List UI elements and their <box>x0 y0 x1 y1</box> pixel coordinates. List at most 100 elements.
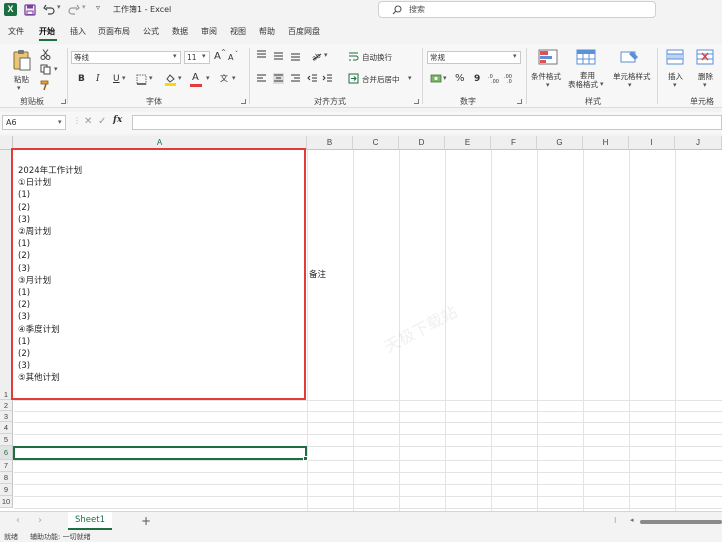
accessibility-status[interactable]: 辅助功能: 一切就绪 <box>30 532 91 542</box>
cell-a1-highlight[interactable]: 2024年工作计划 ①日计划 (1) (2) (3) ②周计划 (1) (2) … <box>11 148 306 400</box>
worksheet-grid[interactable]: A B C D E F G H I J 1 2 3 4 5 6 7 8 9 10… <box>0 136 722 511</box>
row-header[interactable]: 5 <box>0 434 13 446</box>
font-size-dropdown-icon[interactable]: ▾ <box>202 52 206 60</box>
redo-icon[interactable] <box>68 4 80 16</box>
align-top-icon[interactable] <box>256 50 267 61</box>
redo-dropdown-icon[interactable]: ▾ <box>82 3 86 11</box>
name-box-dropdown-icon[interactable]: ▾ <box>58 118 62 126</box>
column-header[interactable]: E <box>445 136 491 150</box>
row-header[interactable]: 6 <box>0 446 13 460</box>
orientation-dropdown-icon[interactable]: ▾ <box>324 51 328 59</box>
cell-b1-text[interactable]: 备注 <box>309 268 326 280</box>
format-painter-icon[interactable] <box>40 80 51 91</box>
borders-icon[interactable] <box>136 74 147 85</box>
previous-sheet-icon[interactable]: ‹ <box>16 515 20 526</box>
format-as-table-icon[interactable] <box>576 49 596 65</box>
delete-cells-dropdown-icon[interactable]: ▾ <box>703 81 707 89</box>
column-header[interactable]: H <box>583 136 629 150</box>
merge-center-button[interactable]: 合并后居中 <box>362 74 400 85</box>
italic-button[interactable]: I <box>96 73 100 85</box>
decrease-decimal-icon[interactable]: .00.0 <box>504 73 516 84</box>
tab-formulas[interactable]: 公式 <box>143 26 159 37</box>
increase-decimal-icon[interactable]: .0.00 <box>488 73 500 84</box>
scroll-left-icon[interactable]: ◂ <box>630 516 634 524</box>
copy-dropdown-icon[interactable]: ▾ <box>54 65 58 73</box>
align-right-icon[interactable] <box>290 73 301 84</box>
paste-icon[interactable] <box>12 49 32 71</box>
options-dots-icon[interactable]: ⋮ <box>73 116 81 125</box>
row-header[interactable]: 4 <box>0 422 13 434</box>
shrink-font-button[interactable]: A <box>228 52 233 64</box>
copy-icon[interactable] <box>40 64 51 75</box>
undo-icon[interactable] <box>43 4 55 16</box>
column-header[interactable]: J <box>675 136 722 150</box>
tab-data[interactable]: 数据 <box>172 26 188 37</box>
grow-font-button[interactable]: A <box>214 51 221 63</box>
cell-styles-dropdown-icon[interactable]: ▾ <box>628 81 632 89</box>
decrease-indent-icon[interactable] <box>307 73 318 84</box>
underline-dropdown-icon[interactable]: ▾ <box>122 74 126 82</box>
format-as-table-button-line2[interactable]: 表格格式 <box>568 79 598 90</box>
formula-input[interactable] <box>132 115 722 130</box>
merge-center-dropdown-icon[interactable]: ▾ <box>408 74 412 82</box>
undo-dropdown-icon[interactable]: ▾ <box>57 3 61 11</box>
cell-styles-icon[interactable] <box>620 49 640 65</box>
orientation-icon[interactable]: ab <box>310 49 322 61</box>
customize-quick-access-icon[interactable]: ▿ <box>96 3 100 12</box>
number-format-dropdown-icon[interactable]: ▾ <box>513 52 517 60</box>
increase-indent-icon[interactable] <box>322 73 333 84</box>
tab-home[interactable]: 开始 <box>39 26 55 37</box>
fill-color-icon[interactable] <box>165 73 176 86</box>
tab-view[interactable]: 视图 <box>230 26 246 37</box>
alignment-launcher-icon[interactable] <box>414 99 419 104</box>
next-sheet-icon[interactable]: › <box>38 515 42 526</box>
percent-style-button[interactable]: % <box>455 73 465 85</box>
search-box[interactable]: 搜索 <box>378 1 656 18</box>
align-bottom-icon[interactable] <box>290 50 301 61</box>
row-header[interactable]: 7 <box>0 460 13 472</box>
selected-cell-a6[interactable] <box>13 446 307 460</box>
format-as-table-dropdown-icon[interactable]: ▾ <box>600 80 604 88</box>
wrap-text-button[interactable]: 自动换行 <box>362 52 392 63</box>
font-name-dropdown-icon[interactable]: ▾ <box>173 52 177 60</box>
tab-insert[interactable]: 插入 <box>70 26 86 37</box>
name-box[interactable]: A6 <box>2 115 66 130</box>
wrap-text-icon[interactable] <box>348 51 359 62</box>
insert-cells-icon[interactable] <box>666 49 684 65</box>
conditional-formatting-icon[interactable] <box>538 49 558 65</box>
font-color-dropdown-icon[interactable]: ▾ <box>206 74 210 82</box>
align-middle-icon[interactable] <box>273 50 284 61</box>
horizontal-scrollbar[interactable] <box>640 520 722 524</box>
row-header[interactable]: 10 <box>0 496 13 508</box>
tab-page-layout[interactable]: 页面布局 <box>98 26 130 37</box>
tab-help[interactable]: 帮助 <box>259 26 275 37</box>
row-header[interactable]: 9 <box>0 484 13 496</box>
align-left-icon[interactable] <box>256 73 267 84</box>
fill-handle[interactable] <box>303 456 308 461</box>
row-header[interactable]: 8 <box>0 472 13 484</box>
clipboard-launcher-icon[interactable] <box>61 99 66 104</box>
tab-baidu-netdisk[interactable]: 百度网盘 <box>288 26 320 37</box>
column-header[interactable]: I <box>629 136 675 150</box>
tab-review[interactable]: 审阅 <box>201 26 217 37</box>
row-header[interactable]: 3 <box>0 411 13 422</box>
number-launcher-icon[interactable] <box>517 99 522 104</box>
cancel-entry-icon[interactable]: ✕ <box>84 116 92 127</box>
bold-button[interactable]: B <box>78 73 85 85</box>
column-header[interactable]: B <box>307 136 353 150</box>
fill-color-dropdown-icon[interactable]: ▾ <box>178 74 182 82</box>
column-header[interactable]: F <box>491 136 537 150</box>
font-size-select[interactable]: 11 <box>184 51 210 64</box>
align-center-icon[interactable] <box>273 73 284 84</box>
confirm-entry-icon[interactable]: ✓ <box>98 116 106 127</box>
font-launcher-icon[interactable] <box>241 99 246 104</box>
paste-dropdown-icon[interactable]: ▾ <box>17 84 21 92</box>
font-name-select[interactable]: 等线 <box>71 51 181 64</box>
merge-center-icon[interactable] <box>348 73 359 84</box>
insert-cells-dropdown-icon[interactable]: ▾ <box>673 81 677 89</box>
phonetic-dropdown-icon[interactable]: ▾ <box>232 74 236 82</box>
save-icon[interactable] <box>24 4 36 16</box>
delete-cells-icon[interactable] <box>696 49 714 65</box>
sheet-tab-sheet1[interactable]: Sheet1 <box>68 512 112 530</box>
row-header[interactable]: 2 <box>0 400 13 411</box>
